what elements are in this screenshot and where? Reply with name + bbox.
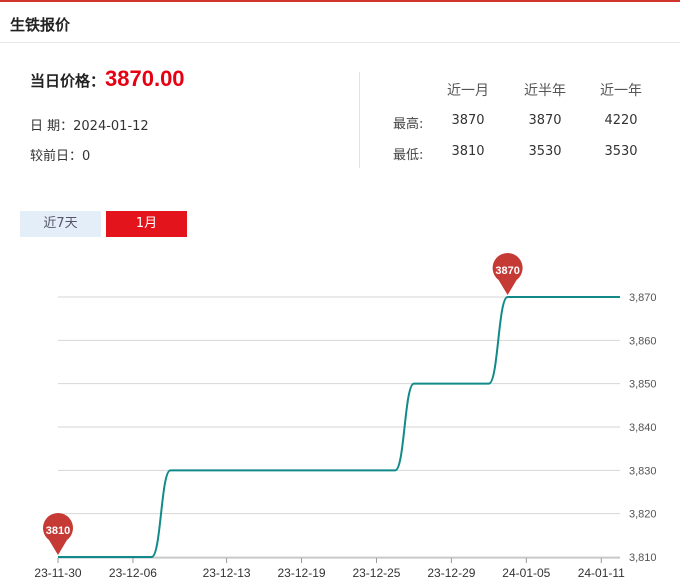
stat-low-half-year: 3530 (528, 144, 562, 159)
y-tick-label: 3,810 (629, 552, 657, 564)
y-tick-label: 3,870 (629, 292, 657, 304)
pin-label: 3870 (495, 265, 519, 277)
tab-7-days[interactable]: 近7天 (20, 211, 101, 237)
x-axis: 23-11-30 23-12-06 23-12-13 23-12-19 23-12-25… (34, 557, 625, 579)
stat-high-month: 3870 (451, 113, 485, 128)
stat-high-half-year: 3870 (528, 113, 562, 128)
price-pin-marker: 3870 (492, 252, 523, 295)
y-tick-label: 3,850 (629, 379, 657, 391)
y-tick-label: 3,820 (629, 509, 657, 521)
stat-header-half-year: 近半年 (524, 83, 566, 99)
header: 生铁报价 (0, 2, 680, 43)
date-value: 2024-01-12 (73, 119, 149, 134)
stat-high-year: 4220 (604, 113, 638, 128)
y-axis-ticks: 3,810 3,820 3,830 3,840 3,850 3,860 3,870 (629, 292, 657, 564)
price-pin-marker: 3810 (43, 513, 74, 555)
x-tick-label: 23-12-13 (203, 566, 251, 579)
stat-high-label: 最高: (393, 117, 424, 132)
stat-low-label: 最低: (393, 148, 424, 163)
x-tick-label: 24-01-11 (578, 566, 625, 579)
price-block: 当日价格： 3870.00 (30, 66, 185, 92)
price-value: 3870.00 (105, 66, 185, 91)
x-tick-label: 23-12-06 (109, 566, 157, 579)
y-tick-label: 3,860 (629, 335, 657, 347)
price-row: 当日价格： 3870.00 (30, 66, 185, 92)
stat-header-month: 近一月 (447, 83, 489, 99)
x-tick-label: 23-12-19 (278, 566, 326, 579)
stat-header-year: 近一年 (600, 83, 642, 99)
x-tick-label: 23-12-29 (427, 566, 475, 579)
chart-grid (58, 296, 620, 558)
price-label: 当日价格： (30, 72, 106, 90)
chart-markers: 3810 3870 (43, 252, 523, 555)
prev-day-row: 较前日：0 (30, 145, 90, 164)
y-tick-label: 3,840 (629, 422, 657, 434)
price-line-chart: 23-11-30 23-12-06 23-12-13 23-12-19 23-12-25… (34, 252, 657, 579)
x-tick-label: 23-11-30 (34, 566, 81, 579)
tab-1-month[interactable]: 1月 (106, 211, 187, 237)
pin-label: 3810 (46, 525, 70, 537)
divider (359, 72, 360, 168)
prev-day-value: 0 (82, 149, 91, 164)
x-tick-label: 24-01-05 (502, 566, 550, 579)
date-row: 日 期：2024-01-12 (30, 115, 149, 134)
stat-low-year: 3530 (604, 144, 638, 159)
date-label: 日 期： (30, 119, 74, 134)
page-title: 生铁报价 (10, 16, 71, 34)
prev-day-label: 较前日： (30, 149, 83, 164)
y-tick-label: 3,830 (629, 465, 657, 477)
stat-low-month: 3810 (451, 144, 485, 159)
x-tick-label: 23-12-25 (352, 566, 400, 579)
